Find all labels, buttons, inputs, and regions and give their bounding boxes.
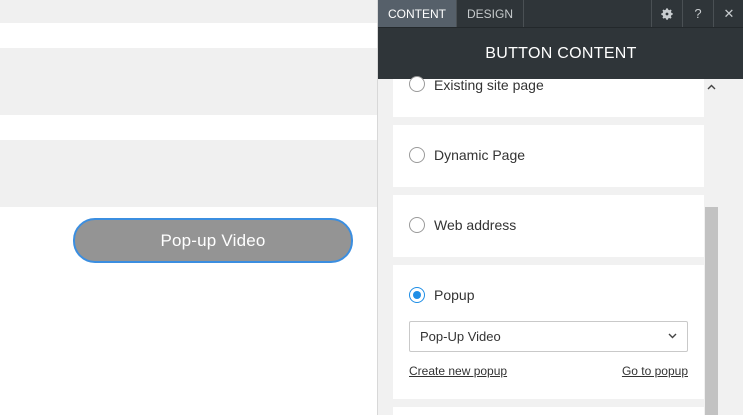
popup-video-button[interactable]: Pop-up Video [73,218,353,263]
option-web-address[interactable]: Web address [409,217,516,233]
gear-icon[interactable] [651,0,682,27]
panel-scroll-area[interactable]: Existing site page Dynamic Page Web addr… [378,76,743,415]
option-card-web-address: Web address [393,195,704,257]
option-card-popup: Popup Pop-Up Video Create new popup Go t… [393,265,704,399]
tab-content[interactable]: CONTENT [378,0,457,27]
option-label: Popup [434,287,475,303]
canvas-section [0,0,377,23]
radio-web-address[interactable] [409,217,425,233]
button-content-panel: CONTENT DESIGN ? ✕ BUTTON CONTENT Existi… [377,0,743,415]
canvas-section [0,140,377,207]
chevron-down-icon [668,331,677,342]
option-existing-site-page[interactable]: Existing site page [409,76,544,93]
radio-popup[interactable] [409,287,425,303]
help-icon[interactable]: ? [682,0,713,27]
go-to-popup-link[interactable]: Go to popup [622,364,688,378]
create-new-popup-link[interactable]: Create new popup [409,364,507,378]
panel-scrollbar[interactable] [705,79,718,415]
popup-select-value: Pop-Up Video [420,329,501,344]
option-dynamic-page[interactable]: Dynamic Page [409,147,525,163]
popup-select[interactable]: Pop-Up Video [409,321,688,352]
close-icon[interactable]: ✕ [713,0,743,27]
option-label: Web address [434,217,517,233]
option-label: Dynamic Page [434,147,526,163]
panel-toolbar: CONTENT DESIGN ? ✕ [378,0,743,28]
option-card-existing-page: Existing site page [393,76,704,117]
scrollbar-thumb[interactable] [705,207,718,415]
chevron-up-icon[interactable] [705,79,718,95]
option-card-dynamic-page: Dynamic Page [393,125,704,187]
canvas-section [0,48,377,115]
option-label: Existing site page [434,77,544,93]
radio-existing-site-page[interactable] [409,76,425,92]
tab-design[interactable]: DESIGN [457,0,525,27]
option-card-next [393,407,704,415]
radio-dynamic-page[interactable] [409,147,425,163]
panel-title: BUTTON CONTENT [378,28,743,79]
option-popup[interactable]: Popup [409,287,474,303]
